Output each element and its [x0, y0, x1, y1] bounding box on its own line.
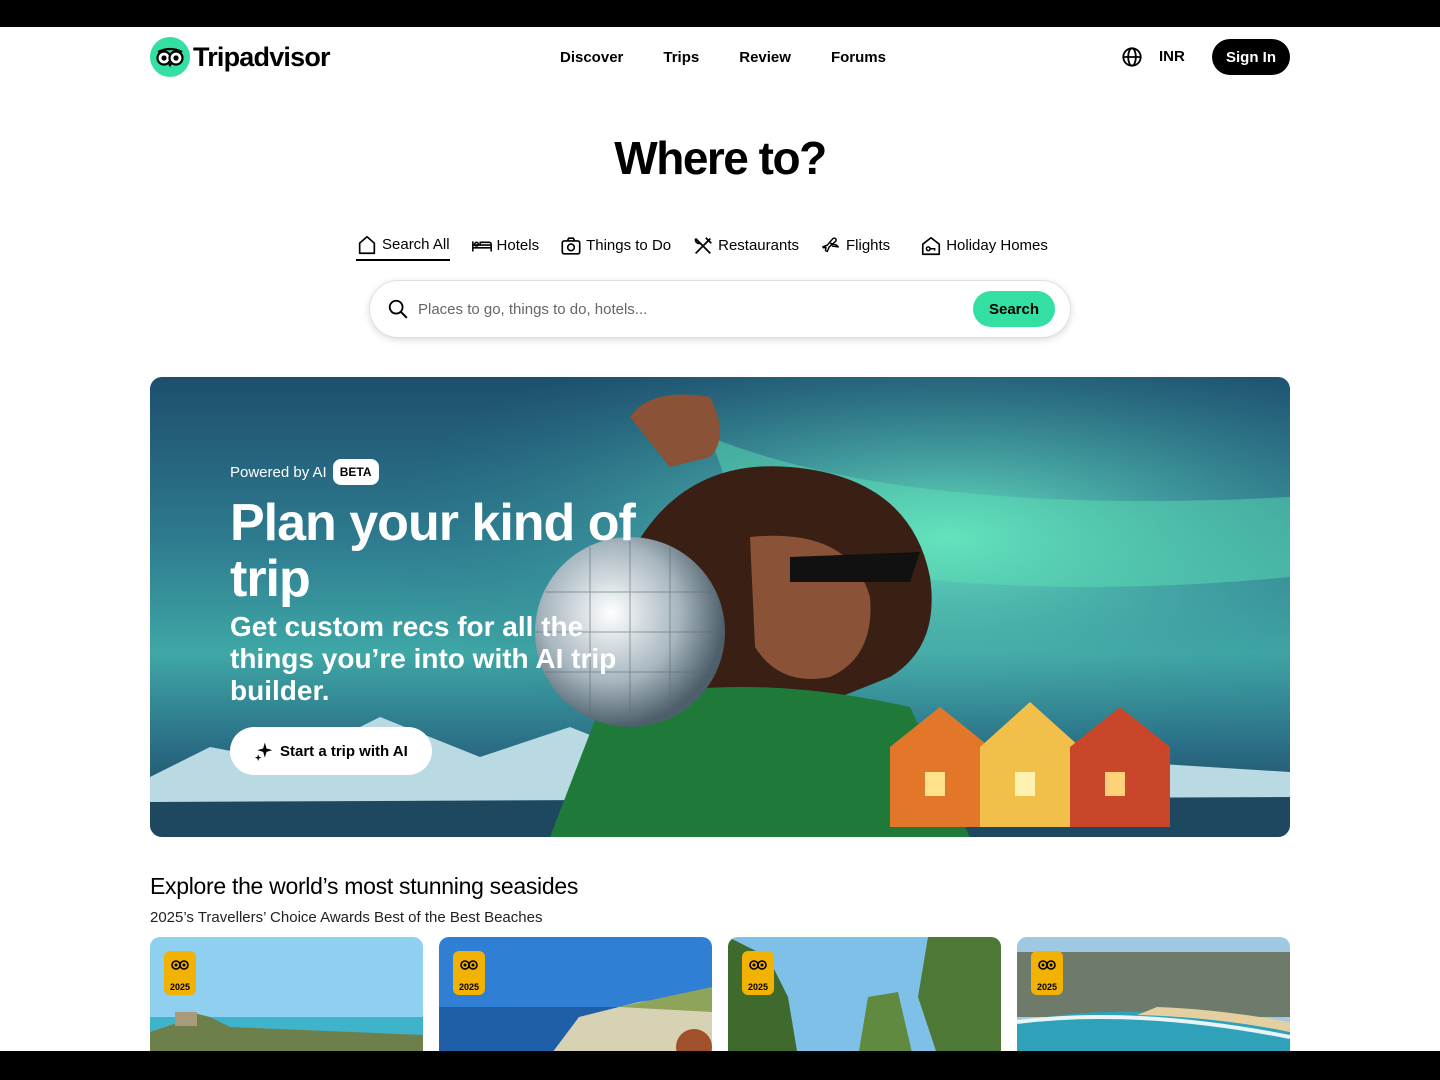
- search-icon: [388, 299, 408, 319]
- utensils-icon: [694, 236, 712, 254]
- site-header: Tripadvisor Discover Trips Review Forums…: [150, 37, 1290, 77]
- beach-card[interactable]: 2025: [1017, 937, 1290, 1051]
- page: Tripadvisor Discover Trips Review Forums…: [0, 27, 1440, 1051]
- nav-discover[interactable]: Discover: [560, 49, 623, 66]
- tab-things-to-do[interactable]: Things to Do: [560, 230, 671, 261]
- sparkle-icon: [254, 742, 273, 761]
- beta-badge: BETA: [332, 459, 379, 485]
- ai-trip-banner: Powered by AI BETA Plan your kind of tri…: [150, 377, 1290, 837]
- owl-award-icon: [749, 960, 767, 970]
- travellers-choice-award-badge: 2025: [453, 951, 485, 995]
- beach-card[interactable]: 2025: [150, 937, 423, 1051]
- tab-flights[interactable]: Flights: [820, 230, 890, 261]
- top-black-bar: [0, 0, 1440, 27]
- tab-label: Holiday Homes: [946, 237, 1048, 254]
- search-bar: Search: [370, 281, 1070, 337]
- nav-trips[interactable]: Trips: [663, 49, 699, 66]
- plane-icon: [822, 236, 840, 252]
- award-year: 2025: [169, 982, 191, 992]
- tab-label: Hotels: [496, 237, 540, 254]
- owl-logo-icon: [150, 37, 190, 77]
- owl-award-icon: [171, 960, 189, 970]
- nav-forums[interactable]: Forums: [831, 49, 886, 66]
- start-trip-ai-button[interactable]: Start a trip with AI: [230, 727, 432, 775]
- section-subtitle: 2025’s Travellers’ Choice Awards Best of…: [150, 909, 543, 926]
- tab-search-all[interactable]: Search All: [356, 230, 450, 261]
- search-button[interactable]: Search: [973, 291, 1055, 327]
- tripadvisor-logo[interactable]: Tripadvisor: [150, 37, 331, 77]
- travellers-choice-award-badge: 2025: [164, 951, 196, 995]
- tab-label: Flights: [846, 237, 891, 254]
- travellers-choice-award-badge: 2025: [1031, 951, 1063, 995]
- section-title: Explore the world’s most stunning seasid…: [150, 873, 579, 899]
- camera-icon: [561, 236, 581, 255]
- bed-icon: [471, 240, 492, 251]
- tab-label: Things to Do: [586, 237, 672, 254]
- globe-icon[interactable]: [1121, 46, 1143, 68]
- nav-review[interactable]: Review: [739, 49, 791, 66]
- home-icon: [358, 235, 376, 254]
- award-year: 2025: [458, 982, 480, 992]
- tab-restaurants[interactable]: Restaurants: [692, 230, 799, 261]
- powered-label: Powered by AI: [230, 463, 327, 481]
- house-key-icon: [922, 236, 941, 255]
- travellers-choice-award-badge: 2025: [742, 951, 774, 995]
- search-input[interactable]: [418, 295, 958, 323]
- tab-holiday-homes[interactable]: Holiday Homes: [920, 230, 1048, 261]
- beach-card[interactable]: 2025: [728, 937, 1001, 1051]
- award-year: 2025: [1036, 982, 1058, 992]
- tab-hotels[interactable]: Hotels: [471, 230, 540, 261]
- banner-text: Powered by AI BETA Plan your kind of tri…: [230, 459, 670, 707]
- ai-button-label: Start a trip with AI: [280, 742, 408, 760]
- logo-wordmark: Tripadvisor: [193, 41, 331, 72]
- bottom-black-bar: [0, 1051, 1440, 1080]
- page-title: Where to?: [614, 132, 827, 184]
- sign-in-button[interactable]: Sign In: [1212, 39, 1290, 75]
- owl-award-icon: [1038, 960, 1056, 970]
- currency-selector[interactable]: INR: [1159, 48, 1185, 65]
- beach-card[interactable]: 2025: [439, 937, 712, 1051]
- banner-subheading: Get custom recs for all the things you’r…: [230, 611, 617, 706]
- search-tabs: Search All Hotels Things to Do Restauran…: [356, 230, 1069, 266]
- powered-by-ai: Powered by AI BETA: [230, 459, 670, 485]
- tab-label: Search All: [382, 236, 450, 253]
- beach-cards: 2025 2025 2025 2025: [150, 937, 1290, 1051]
- banner-heading: Plan your kind of trip: [230, 494, 636, 608]
- tab-label: Restaurants: [718, 237, 799, 254]
- award-year: 2025: [747, 982, 769, 992]
- owl-award-icon: [460, 960, 478, 970]
- main-nav: Discover Trips Review Forums: [560, 37, 886, 77]
